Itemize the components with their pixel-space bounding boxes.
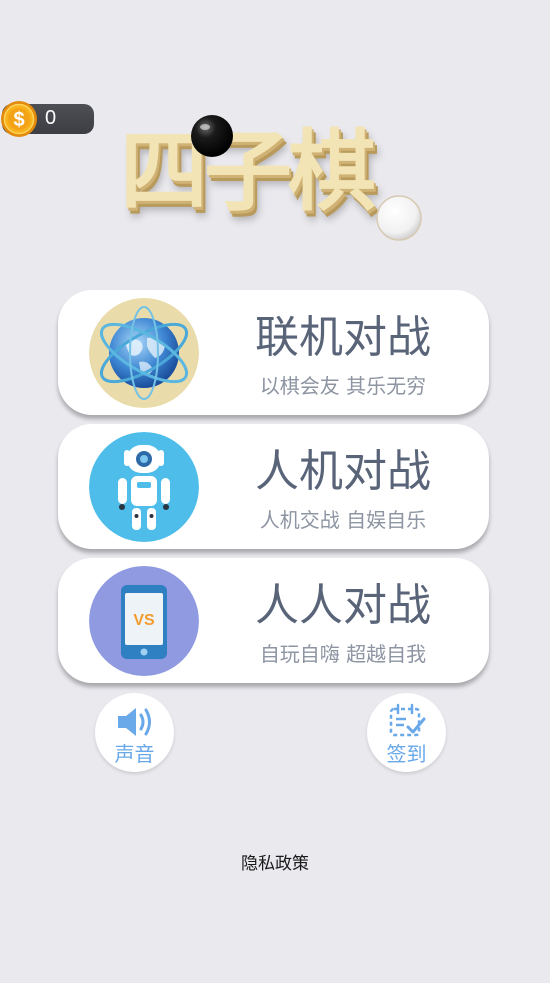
checkin-button[interactable]: 签到 — [367, 693, 446, 772]
calendar-check-icon — [389, 703, 426, 737]
ai-battle-title: 人机对战 — [255, 446, 431, 497]
sound-label: 声音 — [114, 742, 155, 766]
ai-battle-subtitle: 人机交战 自娱自乐 — [259, 508, 427, 532]
dollar-coin-icon: $ — [1, 101, 37, 137]
globe-icon — [89, 298, 199, 408]
local-battle-button[interactable]: VS 人人对战 自玩自嗨 超越自我 — [58, 558, 489, 683]
checkin-label: 签到 — [386, 742, 427, 766]
ai-battle-button[interactable]: 人机对战 人机交战 自娱自乐 — [58, 424, 489, 549]
sound-button[interactable]: 声音 — [95, 693, 174, 772]
local-battle-title: 人人对战 — [255, 580, 431, 631]
speaker-icon — [118, 708, 151, 736]
local-battle-subtitle: 自玩自嗨 超越自我 — [259, 642, 427, 666]
online-battle-subtitle: 以棋会友 其乐无穷 — [259, 374, 427, 398]
white-stone-icon — [376, 195, 422, 241]
robot-icon — [89, 432, 199, 542]
privacy-policy-link[interactable]: 隐私政策 — [0, 849, 550, 874]
online-battle-title: 联机对战 — [255, 312, 431, 363]
game-title: 四子棋 — [120, 120, 376, 223]
online-battle-button[interactable]: 联机对战 以棋会友 其乐无穷 — [58, 290, 489, 415]
coin-count: 0 — [45, 107, 57, 129]
svg-text:$: $ — [13, 109, 24, 131]
black-stone-icon — [191, 115, 233, 157]
game-title-logo: 四子棋 — [120, 110, 430, 250]
vs-label: VS — [133, 612, 155, 629]
phone-vs-icon: VS — [89, 566, 199, 676]
